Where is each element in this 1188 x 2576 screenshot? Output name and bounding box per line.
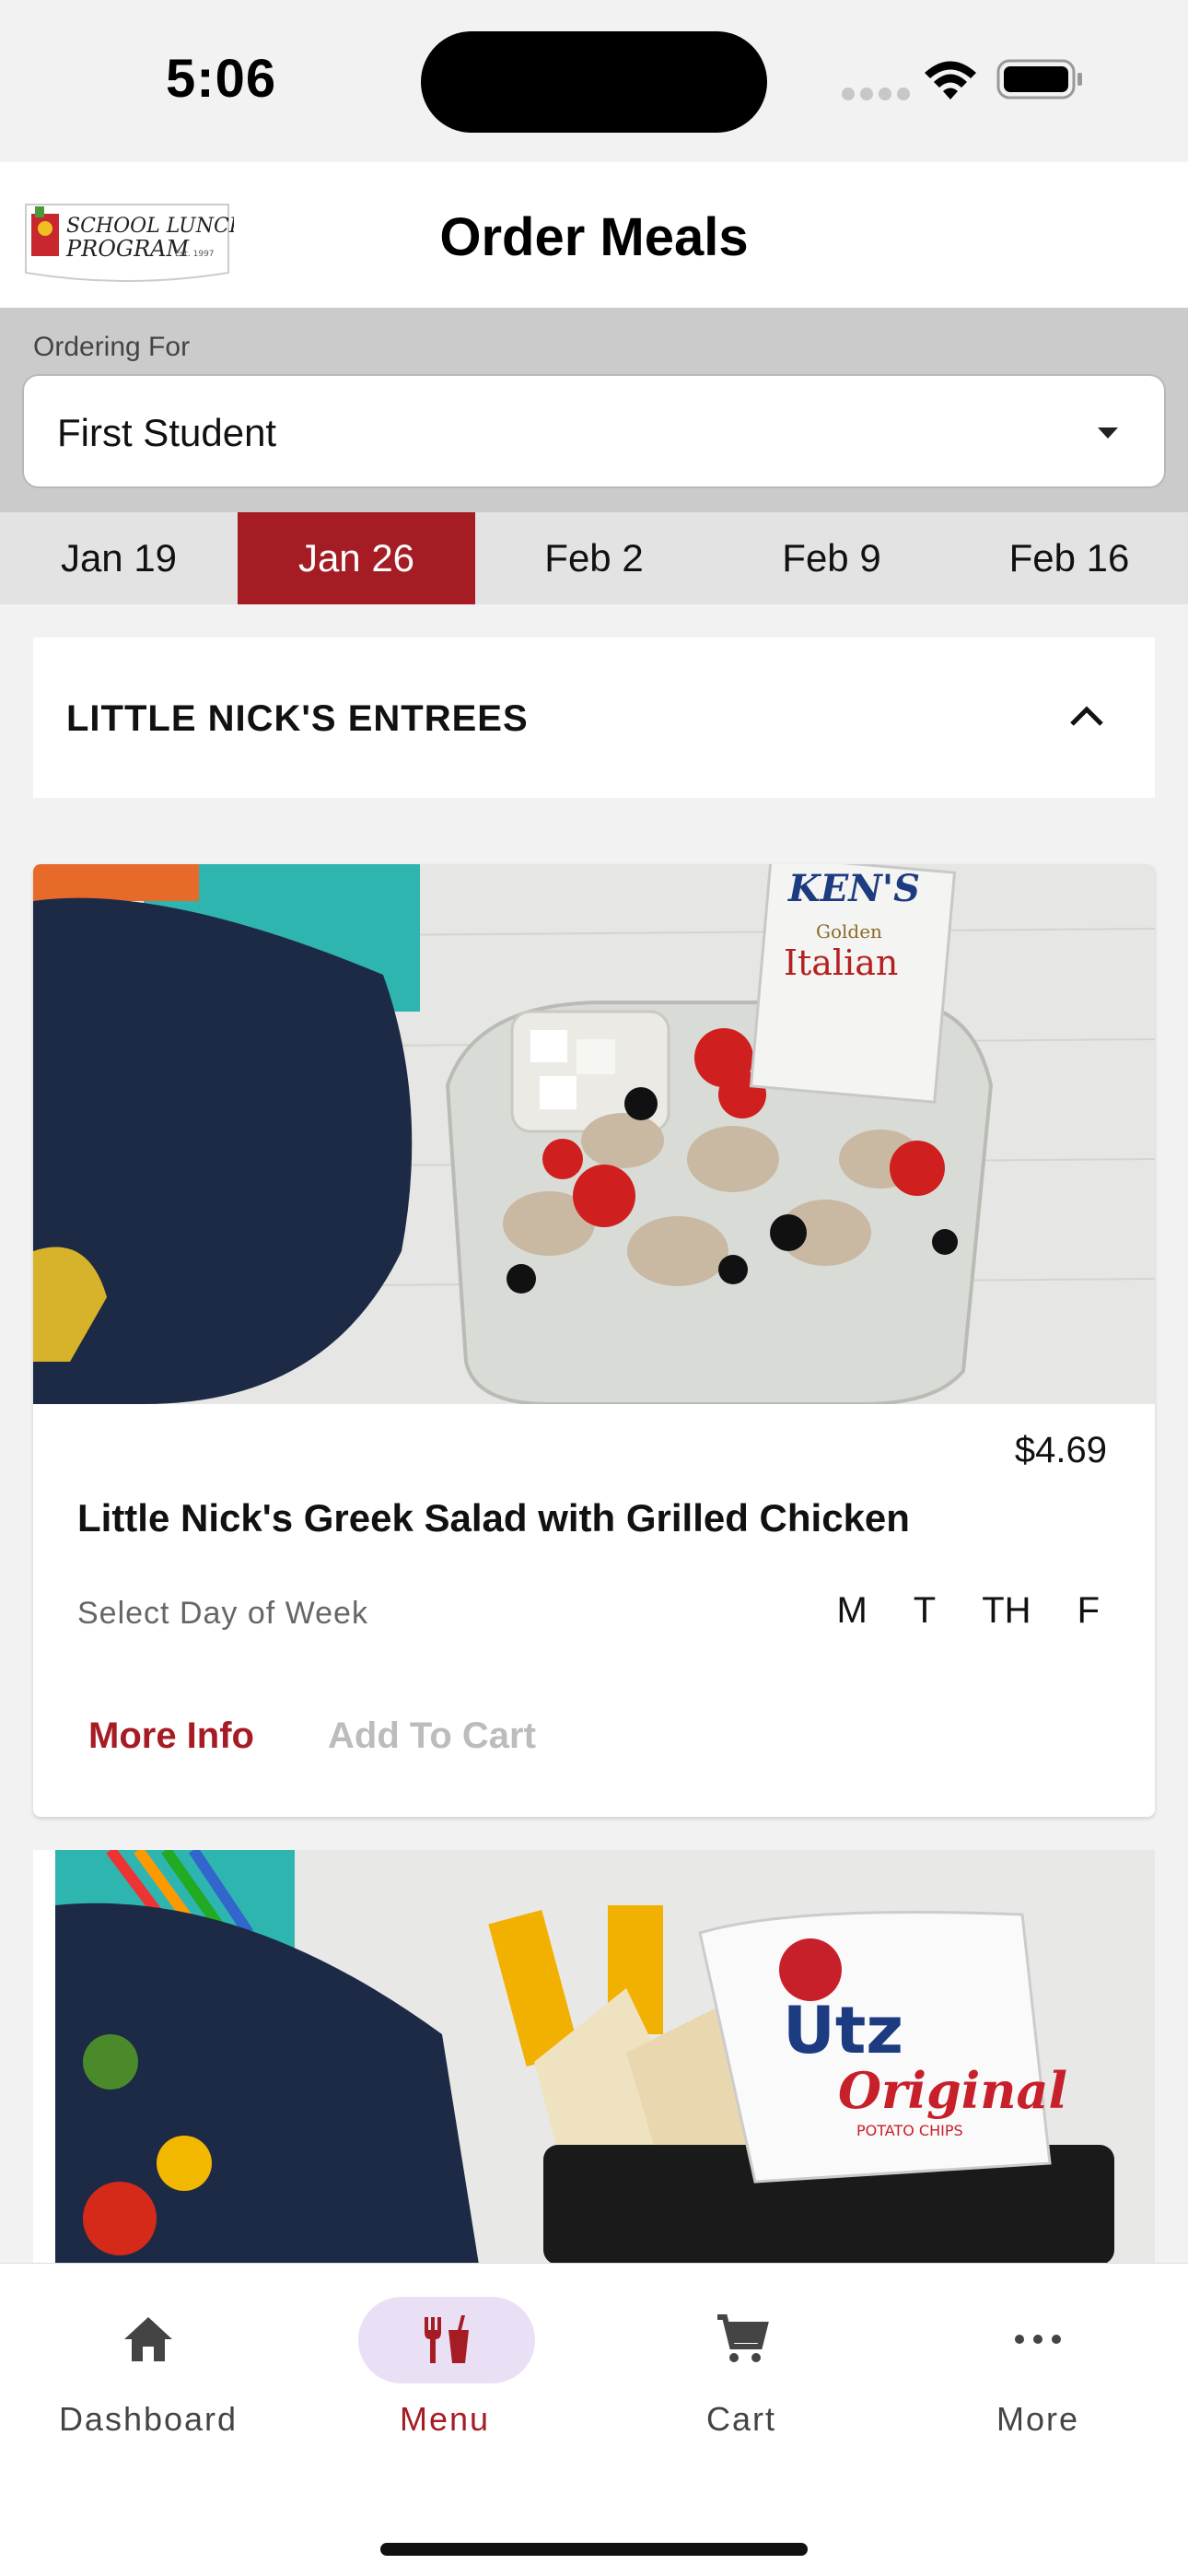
select-day-label: Select Day of Week bbox=[77, 1596, 368, 1631]
tab-week-feb-2[interactable]: Feb 2 bbox=[475, 512, 713, 604]
tab-cart-label: Cart bbox=[705, 2400, 776, 2438]
item-price: $4.69 bbox=[1014, 1430, 1107, 1470]
item-name: Little Nick's Greek Salad with Grilled C… bbox=[77, 1496, 910, 1540]
dynamic-island bbox=[421, 31, 767, 133]
home-icon bbox=[124, 2317, 172, 2361]
ordering-for-section: Ordering For First Student bbox=[0, 308, 1188, 512]
ordering-for-label: Ordering For bbox=[33, 332, 191, 362]
day-tuesday[interactable]: T bbox=[914, 1590, 936, 1632]
tab-week-jan-26[interactable]: Jan 26 bbox=[238, 512, 475, 604]
more-icon bbox=[1015, 2335, 1061, 2344]
tab-week-jan-19[interactable]: Jan 19 bbox=[0, 512, 238, 604]
svg-text:Utz: Utz bbox=[783, 1993, 903, 2068]
day-selector: M T TH F bbox=[790, 1590, 1100, 1632]
add-to-cart-button[interactable]: Add To Cart bbox=[328, 1715, 536, 1757]
bottom-tab-bar: Dashboard Menu Cart More bbox=[0, 2263, 1188, 2576]
tab-more[interactable]: More bbox=[890, 2264, 1186, 2448]
day-monday[interactable]: M bbox=[836, 1590, 867, 1632]
sandwich-meal-image: Utz Original POTATO CHIPS bbox=[55, 1850, 1155, 2265]
svg-text:Original: Original bbox=[838, 2061, 1067, 2120]
utensils-icon bbox=[425, 2315, 469, 2363]
home-indicator[interactable] bbox=[380, 2543, 808, 2556]
student-select[interactable]: First Student bbox=[22, 374, 1166, 488]
chevron-up-icon[interactable] bbox=[1066, 698, 1107, 732]
tab-dashboard-label: Dashboard bbox=[58, 2400, 239, 2438]
svg-text:Italian: Italian bbox=[784, 943, 898, 983]
svg-text:Golden: Golden bbox=[816, 920, 882, 943]
category-title: LITTLE NICK'S ENTREES bbox=[66, 698, 529, 739]
tab-cart[interactable]: Cart bbox=[593, 2264, 890, 2448]
week-tabs: Jan 19 Jan 26 Feb 2 Feb 9 Feb 16 bbox=[0, 512, 1188, 604]
day-thursday[interactable]: TH bbox=[982, 1590, 1031, 1632]
student-select-value: First Student bbox=[57, 411, 277, 454]
tab-dashboard[interactable]: Dashboard bbox=[0, 2264, 297, 2448]
tab-week-feb-9[interactable]: Feb 9 bbox=[713, 512, 950, 604]
more-info-button[interactable]: More Info bbox=[88, 1715, 254, 1757]
category-header[interactable]: LITTLE NICK'S ENTREES bbox=[33, 638, 1155, 798]
app-header: SCHOOL LUNCH PROGRAM Est. 1997 Order Mea… bbox=[0, 162, 1188, 308]
status-bar: 5:06 bbox=[0, 0, 1188, 162]
dropdown-caret-icon bbox=[1098, 427, 1118, 439]
svg-text:POTATO CHIPS: POTATO CHIPS bbox=[856, 2122, 963, 2139]
status-time: 5:06 bbox=[166, 49, 277, 109]
day-friday[interactable]: F bbox=[1077, 1590, 1100, 1632]
svg-text:KEN'S: KEN'S bbox=[787, 867, 920, 910]
tab-more-label: More bbox=[996, 2400, 1080, 2438]
wifi-icon bbox=[925, 61, 976, 100]
tab-menu[interactable]: Menu bbox=[297, 2264, 593, 2448]
menu-item-card: KEN'S Golden Italian $4.69 Little Nick's… bbox=[33, 864, 1155, 1817]
tab-week-feb-16[interactable]: Feb 16 bbox=[950, 512, 1188, 604]
page-title: Order Meals bbox=[439, 207, 749, 267]
cart-icon bbox=[717, 2314, 769, 2362]
cellular-signal-icon bbox=[842, 88, 910, 100]
battery-icon bbox=[996, 59, 1082, 100]
greek-salad-image: KEN'S Golden Italian bbox=[33, 864, 1155, 1404]
menu-item-card-2: Utz Original POTATO CHIPS bbox=[33, 1850, 1155, 2265]
tab-menu-label: Menu bbox=[399, 2400, 491, 2438]
